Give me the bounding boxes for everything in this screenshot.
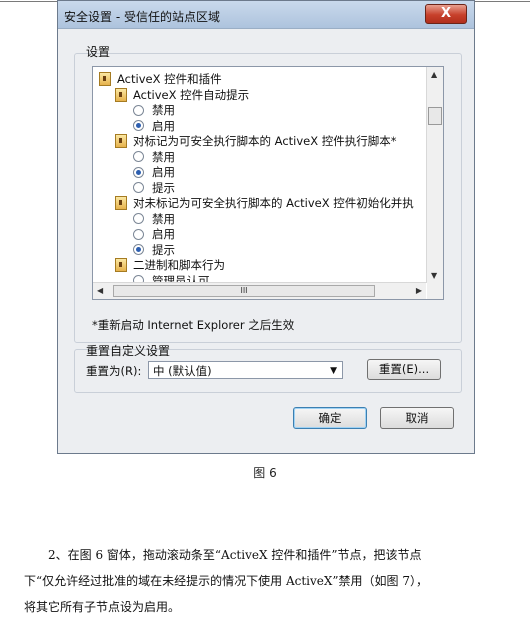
radio-button-icon[interactable] bbox=[133, 120, 144, 131]
instruction-paragraph: 2、在图 6 窗体，拖动滚动条至“ActiveX 控件和插件”节点，把该节点 下… bbox=[24, 542, 506, 620]
paragraph-line-3: 将其它所有子节点设为启用。 bbox=[24, 600, 181, 614]
dialog-title: 安全设置 - 受信任的站点区域 bbox=[64, 10, 220, 24]
close-icon: X bbox=[440, 6, 452, 21]
settings-group-label: 设置 bbox=[86, 45, 111, 59]
settings-tree: ActiveX 控件和插件 ActiveX 控件自动提示 禁用 启用 对标记为可安全执行… bbox=[92, 66, 444, 300]
settings-folder-icon bbox=[99, 72, 111, 86]
security-settings-dialog: 安全设置 - 受信任的站点区域 X 设置 ActiveX 控件和插件 Active… bbox=[57, 0, 475, 454]
settings-folder-icon bbox=[115, 258, 127, 272]
tree-option[interactable]: 提示 bbox=[133, 242, 175, 258]
settings-folder-icon bbox=[115, 196, 127, 210]
scroll-up-arrow-icon[interactable]: ▲ bbox=[431, 70, 437, 79]
tree-item-label: 启用 bbox=[152, 165, 175, 179]
reset-to-label: 重置为(R): bbox=[86, 364, 142, 378]
horizontal-scroll-thumb[interactable]: III bbox=[113, 285, 375, 297]
radio-button-icon[interactable] bbox=[133, 104, 144, 116]
reset-group-label: 重置自定义设置 bbox=[86, 344, 171, 358]
tree-option[interactable]: 禁用 bbox=[133, 102, 175, 118]
tree-item-label: 禁用 bbox=[152, 149, 175, 164]
tree-item-label: 对未标记为可安全执行脚本的 ActiveX 控件初始化并执 bbox=[133, 196, 414, 210]
reset-level-select[interactable]: 中 (默认值) ▼ bbox=[148, 361, 343, 379]
ok-button[interactable]: 确定 bbox=[293, 407, 367, 429]
tree-item-label: 提示 bbox=[152, 242, 175, 257]
reset-level-value: 中 (默认值) bbox=[153, 364, 212, 378]
close-button[interactable]: X bbox=[425, 4, 467, 24]
horizontal-scrollbar[interactable]: ◀ III ▶ bbox=[93, 282, 426, 299]
tree-item-label: 启用 bbox=[152, 118, 175, 133]
tree-item-label: 启用 bbox=[152, 227, 175, 241]
tree-item-label: 二进制和脚本行为 bbox=[133, 258, 225, 272]
title-bar: 安全设置 - 受信任的站点区域 X bbox=[58, 1, 474, 29]
tree-option[interactable]: 禁用 bbox=[133, 211, 175, 227]
radio-button-icon[interactable] bbox=[133, 213, 144, 224]
paragraph-line-2: 下“仅允许经过批准的域在未经提示的情况下使用 ActiveX”禁用（如图 7）， bbox=[24, 574, 429, 588]
tree-node: ActiveX 控件和插件 bbox=[99, 71, 222, 87]
settings-folder-icon bbox=[115, 134, 127, 148]
vertical-scrollbar[interactable]: ▲ ▼ bbox=[426, 67, 443, 283]
radio-button-icon[interactable] bbox=[133, 166, 144, 178]
chevron-down-icon: ▼ bbox=[330, 366, 337, 376]
tree-option[interactable]: 禁用 bbox=[133, 149, 175, 165]
radio-button-icon[interactable] bbox=[133, 228, 144, 240]
tree-item-label: 对标记为可安全执行脚本的 ActiveX 控件执行脚本* bbox=[133, 134, 397, 148]
tree-node: ActiveX 控件自动提示 bbox=[115, 87, 249, 103]
tree-option[interactable]: 启用 bbox=[133, 164, 175, 180]
tree-node: 对未标记为可安全执行脚本的 ActiveX 控件初始化并执 bbox=[115, 195, 414, 211]
tree-option[interactable]: 启用 bbox=[133, 118, 175, 134]
cancel-button[interactable]: 取消 bbox=[380, 407, 454, 429]
tree-option[interactable]: 启用 bbox=[133, 226, 175, 242]
tree-item-label: 禁用 bbox=[152, 211, 175, 226]
scroll-down-arrow-icon[interactable]: ▼ bbox=[431, 271, 437, 280]
scrollbar-corner bbox=[427, 283, 443, 299]
radio-button-icon[interactable] bbox=[133, 182, 144, 193]
tree-item-label: 提示 bbox=[152, 180, 175, 195]
tree-option[interactable]: 提示 bbox=[133, 180, 175, 196]
radio-button-icon[interactable] bbox=[133, 151, 144, 162]
tree-item-label: ActiveX 控件和插件 bbox=[117, 72, 222, 86]
tree-item-label: ActiveX 控件自动提示 bbox=[133, 87, 250, 102]
figure-caption: 图 6 bbox=[253, 466, 277, 480]
settings-tree-viewport: ActiveX 控件和插件 ActiveX 控件自动提示 禁用 启用 对标记为可安全执行… bbox=[93, 67, 426, 283]
scroll-right-arrow-icon[interactable]: ▶ bbox=[416, 286, 422, 295]
scroll-left-arrow-icon[interactable]: ◀ bbox=[97, 286, 103, 295]
tree-item-label: 禁用 bbox=[152, 103, 175, 117]
settings-folder-icon bbox=[115, 87, 127, 102]
vertical-scroll-thumb[interactable] bbox=[428, 107, 442, 125]
restart-note: *重新启动 Internet Explorer 之后生效 bbox=[92, 318, 295, 332]
reset-button[interactable]: 重置(E)... bbox=[367, 359, 441, 380]
paragraph-line-1: 2、在图 6 窗体，拖动滚动条至“ActiveX 控件和插件”节点，把该节点 bbox=[48, 548, 422, 562]
tree-node: 二进制和脚本行为 bbox=[115, 257, 225, 273]
tree-node: 对标记为可安全执行脚本的 ActiveX 控件执行脚本* bbox=[115, 133, 397, 149]
radio-button-icon[interactable] bbox=[133, 244, 144, 255]
